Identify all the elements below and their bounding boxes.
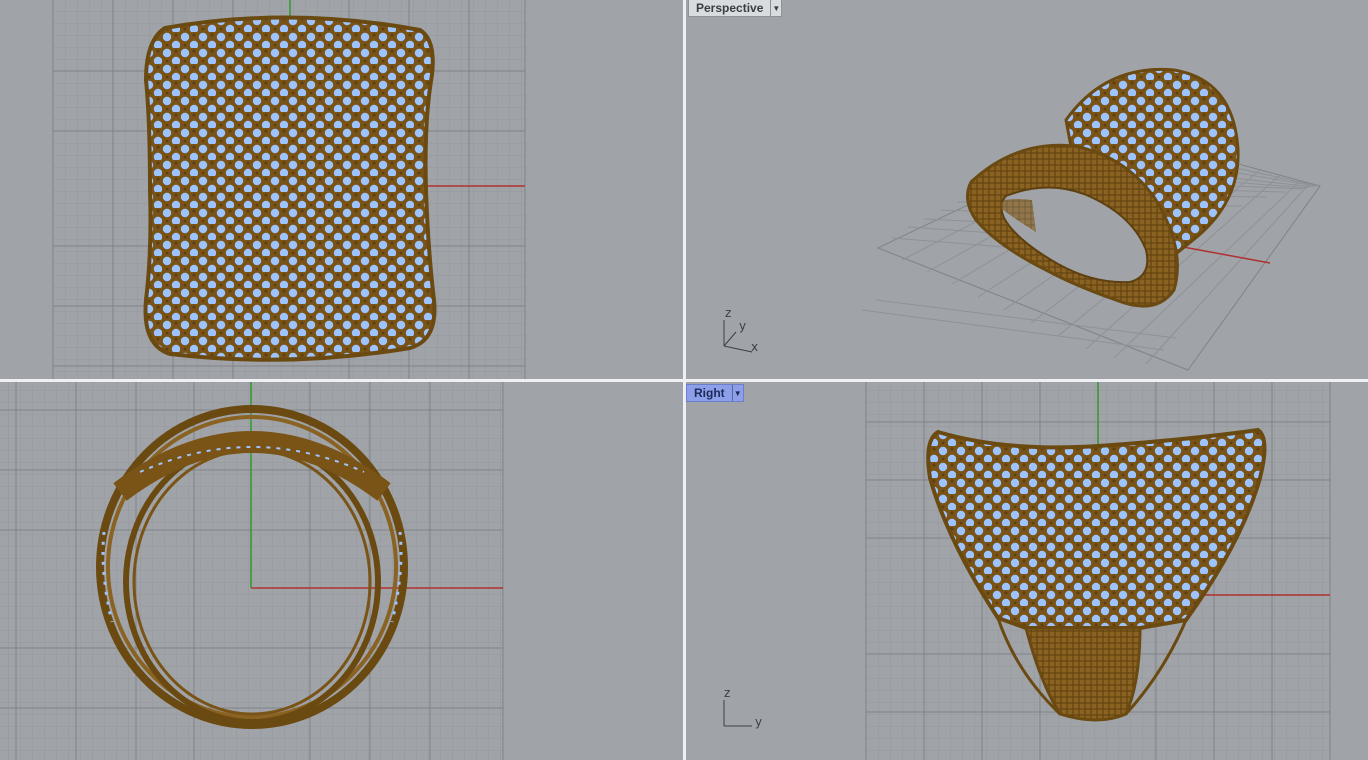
axis-gizmo [723, 320, 753, 353]
ring-top-shape[interactable] [143, 15, 437, 362]
axis-label-z: z [724, 686, 730, 700]
axis-gizmo [723, 700, 752, 727]
ring-perspective[interactable] [965, 67, 1240, 308]
axis-label-x: x [751, 340, 758, 354]
axis-label-z: z [725, 306, 731, 320]
viewport-perspective[interactable]: Perspective ▼ z y x [686, 0, 1368, 379]
chevron-down-icon[interactable]: ▼ [731, 385, 743, 401]
top-view-canvas[interactable] [0, 0, 683, 379]
front-view-canvas[interactable] [0, 382, 683, 760]
perspective-view-canvas[interactable]: z y x [686, 0, 1368, 379]
viewport-front[interactable] [0, 382, 683, 760]
viewport-title-perspective[interactable]: Perspective ▼ [688, 0, 783, 17]
axis-label-y: y [739, 319, 746, 333]
viewport-title-label: Right [694, 386, 725, 400]
viewport-title-label: Perspective [696, 1, 764, 15]
chevron-down-icon[interactable]: ▼ [770, 0, 781, 16]
axis-label-y: y [755, 715, 762, 729]
viewport-splitter-horizontal[interactable] [0, 379, 1368, 382]
right-view-canvas[interactable]: z y [686, 382, 1368, 760]
viewport-top[interactable] [0, 0, 683, 379]
viewport-right[interactable]: Right ▼ z y [686, 382, 1368, 760]
viewport-title-right[interactable]: Right ▼ [686, 384, 744, 402]
